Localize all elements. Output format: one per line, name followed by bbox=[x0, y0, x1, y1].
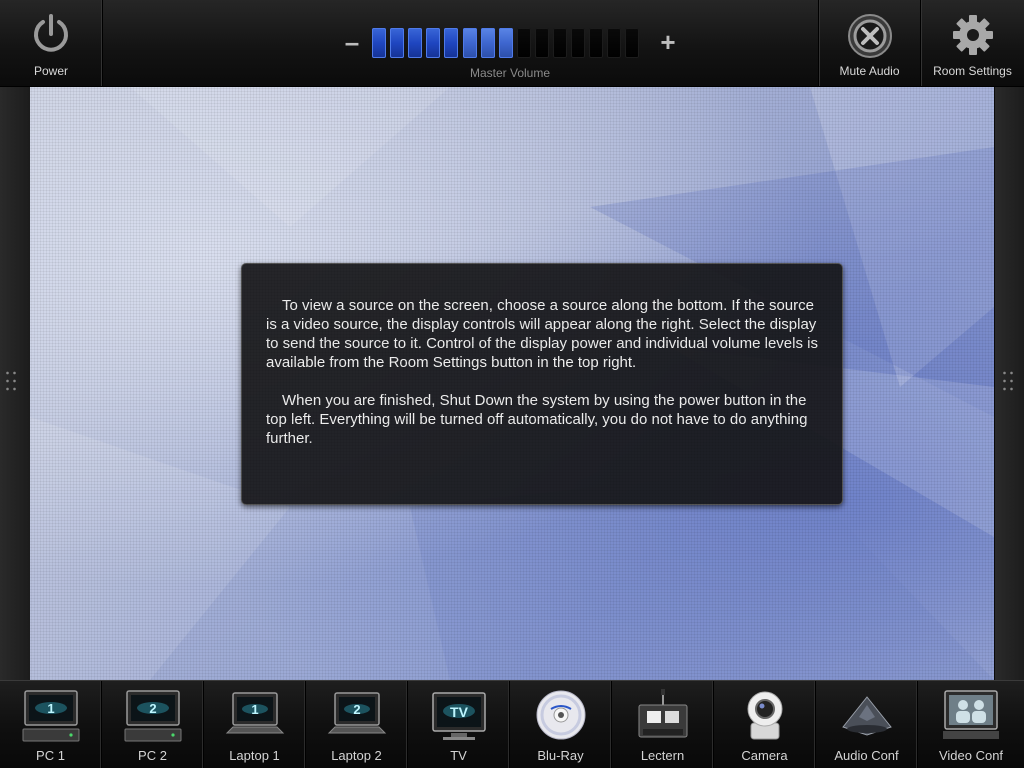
source-label: Blu-Ray bbox=[537, 748, 584, 763]
source-badge: TV bbox=[450, 704, 469, 720]
left-drawer-handle[interactable] bbox=[0, 87, 31, 680]
power-button[interactable]: Power bbox=[0, 0, 103, 86]
volume-down-button[interactable]: – bbox=[340, 26, 364, 58]
volume-segment bbox=[553, 28, 567, 58]
laptop-icon: 1 bbox=[225, 692, 284, 734]
settings-label: Room Settings bbox=[933, 64, 1012, 78]
source-audio-conf-button[interactable]: Audio Conf bbox=[816, 681, 918, 768]
source-badge: 2 bbox=[353, 702, 360, 717]
source-laptop-1-button[interactable]: 1 Laptop 1 bbox=[204, 681, 306, 768]
source-label: Lectern bbox=[640, 748, 685, 763]
power-icon bbox=[34, 14, 68, 52]
bluray-disc-icon bbox=[536, 690, 585, 740]
volume-segment bbox=[481, 28, 495, 58]
source-laptop-2-button[interactable]: 2 Laptop 2 bbox=[306, 681, 408, 768]
volume-up-button[interactable]: + bbox=[656, 26, 680, 58]
source-badge: 1 bbox=[251, 702, 258, 717]
volume-segment bbox=[517, 28, 531, 58]
grip-dots-icon bbox=[4, 369, 18, 395]
control-panel: Power – + Master Volume Mute Audio Room … bbox=[0, 0, 1024, 768]
gear-icon bbox=[952, 15, 993, 55]
volume-segment bbox=[463, 28, 477, 58]
volume-level-bar[interactable] bbox=[372, 28, 652, 58]
volume-segment bbox=[426, 28, 440, 58]
pc-monitor-icon: 1 bbox=[22, 690, 79, 742]
grip-dots-icon bbox=[1001, 369, 1015, 395]
top-bar: Power – + Master Volume Mute Audio Room … bbox=[0, 0, 1024, 87]
volume-segment bbox=[535, 28, 549, 58]
source-pc-2-button[interactable]: 2 PC 2 bbox=[102, 681, 204, 768]
wallpaper: To view a source on the screen, choose a… bbox=[30, 87, 994, 680]
main-area: To view a source on the screen, choose a… bbox=[0, 87, 1024, 680]
camera-icon bbox=[747, 691, 782, 740]
source-camera-button[interactable]: Camera bbox=[714, 681, 816, 768]
room-settings-button[interactable]: Room Settings bbox=[920, 0, 1024, 86]
volume-segment bbox=[571, 28, 585, 58]
source-label: TV bbox=[450, 748, 467, 763]
master-volume-control: – + Master Volume bbox=[340, 26, 680, 82]
volume-segment bbox=[607, 28, 621, 58]
power-label: Power bbox=[33, 64, 68, 78]
laptop-icon: 2 bbox=[327, 692, 386, 734]
source-label: Video Conf bbox=[938, 748, 1004, 763]
mute-audio-button[interactable]: Mute Audio bbox=[818, 0, 920, 86]
volume-segment bbox=[589, 28, 603, 58]
volume-segment bbox=[390, 28, 404, 58]
source-label: Laptop 1 bbox=[229, 748, 280, 763]
tv-icon: TV bbox=[431, 692, 486, 740]
pc-monitor-icon: 2 bbox=[124, 690, 181, 742]
instructions-paragraph-2: When you are finished, Shut Down the sys… bbox=[266, 392, 808, 447]
source-label: PC 2 bbox=[138, 748, 167, 763]
volume-segment bbox=[372, 28, 386, 58]
volume-segment bbox=[408, 28, 422, 58]
source-bar: 1 PC 1 2 PC 2 1 Laptop 1 2 Laptop 2 TV T… bbox=[0, 680, 1024, 768]
source-label: Audio Conf bbox=[834, 748, 899, 763]
volume-segment bbox=[625, 28, 639, 58]
instructions-paragraph-1: To view a source on the screen, choose a… bbox=[266, 297, 818, 371]
source-label: Laptop 2 bbox=[331, 748, 382, 763]
right-drawer-handle[interactable] bbox=[994, 87, 1024, 680]
wallpaper-shapes bbox=[30, 87, 994, 680]
volume-segment bbox=[444, 28, 458, 58]
volume-label: Master Volume bbox=[469, 66, 551, 80]
source-video-conf-button[interactable]: Video Conf bbox=[918, 681, 1024, 768]
source-pc-1-button[interactable]: 1 PC 1 bbox=[0, 681, 102, 768]
source-tv-button[interactable]: TV TV bbox=[408, 681, 510, 768]
mute-label: Mute Audio bbox=[839, 64, 900, 78]
lectern-icon bbox=[638, 689, 687, 738]
source-label: PC 1 bbox=[36, 748, 65, 763]
source-badge: 2 bbox=[149, 701, 156, 716]
source-label: Camera bbox=[741, 748, 788, 763]
instructions-panel: To view a source on the screen, choose a… bbox=[241, 263, 843, 505]
conference-phone-icon bbox=[841, 696, 892, 736]
video-conference-icon bbox=[943, 690, 999, 739]
mute-icon bbox=[847, 14, 892, 58]
source-lectern-button[interactable]: Lectern bbox=[612, 681, 714, 768]
source-bluray-button[interactable]: Blu-Ray bbox=[510, 681, 612, 768]
source-badge: 1 bbox=[47, 701, 54, 716]
volume-segment bbox=[499, 28, 513, 58]
